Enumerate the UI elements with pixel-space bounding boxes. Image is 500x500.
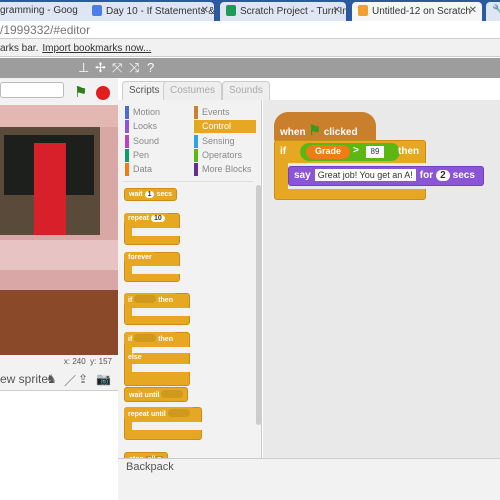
- tab-sounds[interactable]: Sounds: [222, 81, 270, 100]
- category-more-blocks[interactable]: More Blocks: [194, 163, 256, 176]
- block-palette: Motion Looks Sound Pen Data Events Contr…: [118, 100, 262, 466]
- stage[interactable]: [0, 105, 118, 355]
- browser-tab-bar: gramming - Goog✕ Day 10 - If Statements …: [0, 0, 500, 21]
- import-bookmarks-link[interactable]: Import bookmarks now...: [42, 43, 151, 54]
- address-bar[interactable]: /1999332/#editor: [0, 21, 500, 39]
- category-motion[interactable]: Motion: [125, 106, 187, 119]
- upload-icon[interactable]: ⇪: [78, 372, 88, 386]
- browser-tab-active[interactable]: Untitled-12 on Scratch ✕: [352, 2, 482, 21]
- browser-tab[interactable]: Scratch Project - Turn In F ✕: [220, 2, 346, 21]
- grade-variable[interactable]: Grade: [306, 145, 350, 159]
- secs-input[interactable]: 2: [436, 170, 450, 181]
- close-icon[interactable]: ✕: [469, 5, 477, 16]
- category-control[interactable]: Control: [194, 120, 256, 133]
- tab-costumes[interactable]: Costumes: [163, 81, 223, 100]
- stop-icon[interactable]: [96, 86, 110, 100]
- category-sound[interactable]: Sound: [125, 135, 187, 148]
- close-icon[interactable]: ✕: [201, 5, 209, 16]
- camera-icon[interactable]: 📷: [96, 372, 111, 386]
- tab-scripts[interactable]: Scripts: [122, 81, 167, 100]
- floor: [0, 290, 118, 355]
- sheets-icon: [226, 5, 236, 16]
- block-wait-secs[interactable]: wait 1 secs: [124, 188, 178, 201]
- palette-scrollbar[interactable]: [256, 185, 261, 425]
- sprite-pane: [0, 391, 118, 500]
- backpack[interactable]: Backpack: [118, 458, 500, 500]
- editor-tabs: Scripts Costumes Sounds: [118, 78, 500, 100]
- when-flag-clicked-block[interactable]: when ⚑ clicked: [274, 112, 376, 142]
- project-title-input[interactable]: [0, 82, 64, 98]
- wrench-icon[interactable]: 🔧: [486, 2, 500, 21]
- scratch-icon: [358, 5, 368, 16]
- category-pen[interactable]: Pen: [125, 149, 187, 162]
- browser-tab[interactable]: Day 10 - If Statements & C ✕: [86, 2, 214, 21]
- shrink-icon[interactable]: ⤨: [129, 60, 139, 76]
- stage-header: ⚑: [0, 78, 118, 105]
- mouse-coordinates: x: 240 y: 157: [0, 355, 118, 369]
- message-input[interactable]: Great job! You get an A!: [314, 169, 416, 181]
- category-operators[interactable]: Operators: [194, 149, 256, 162]
- sprite-library-icon[interactable]: ♞: [46, 372, 57, 386]
- say-for-secs-block[interactable]: say Great job! You get an A! for 2 secs: [288, 166, 484, 186]
- paint-icon[interactable]: ／: [64, 372, 76, 389]
- duplicate-icon[interactable]: ⊥: [78, 60, 89, 76]
- block-wait-until[interactable]: wait until: [124, 387, 189, 402]
- grow-icon[interactable]: ⤧: [112, 60, 122, 76]
- value-input[interactable]: 89: [366, 146, 384, 158]
- category-events[interactable]: Events: [194, 106, 256, 119]
- scratch-toolbar: ⊥ ✢ ⤧ ⤨ ?: [0, 58, 500, 78]
- new-sprite-bar: ew sprite: ♞ ／ ⇪ 📷: [0, 369, 118, 391]
- cut-icon[interactable]: ✢: [95, 60, 106, 76]
- curtain: [34, 143, 66, 235]
- green-flag-icon: ⚑: [308, 122, 321, 138]
- close-icon[interactable]: ✕: [333, 5, 341, 16]
- bookmarks-bar: arks bar. Import bookmarks now...: [0, 39, 500, 57]
- help-icon[interactable]: ?: [147, 60, 154, 75]
- category-looks[interactable]: Looks: [125, 120, 187, 133]
- green-flag-icon[interactable]: ⚑: [74, 83, 87, 101]
- category-data[interactable]: Data: [125, 163, 187, 176]
- category-sensing[interactable]: Sensing: [194, 135, 256, 148]
- docs-icon: [92, 5, 102, 16]
